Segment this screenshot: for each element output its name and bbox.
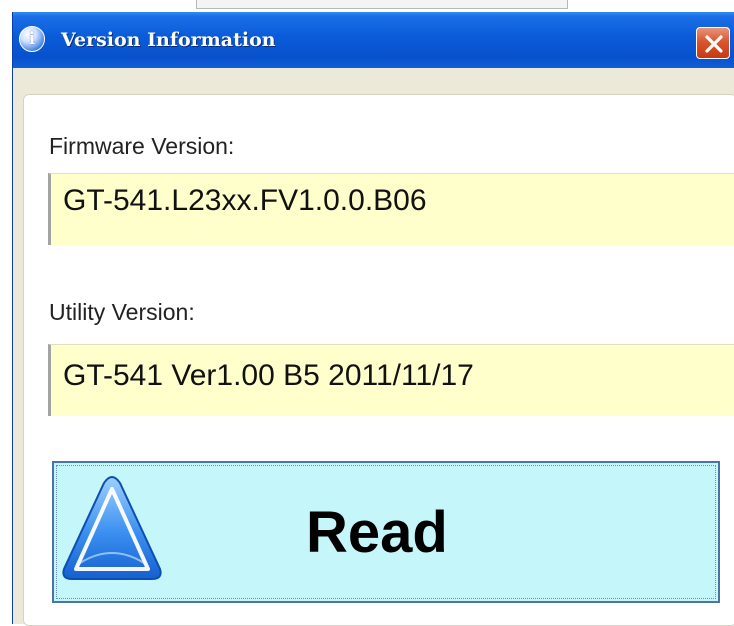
background-window-tab xyxy=(196,0,568,9)
read-button[interactable]: Read xyxy=(52,461,720,603)
utility-version-value: GT-541 Ver1.00 B5 2011/11/17 xyxy=(63,359,474,392)
info-icon: i xyxy=(19,26,45,52)
firmware-version-label: Firmware Version: xyxy=(49,133,235,159)
dialog-content: Firmware Version: GT-541.L23xx.FV1.0.0.B… xyxy=(23,94,734,626)
read-button-label: Read xyxy=(306,500,448,565)
window-title: Version Information xyxy=(61,29,276,51)
firmware-version-field[interactable]: GT-541.L23xx.FV1.0.0.B06 xyxy=(48,173,734,245)
title-bar[interactable]: i Version Information xyxy=(13,12,734,68)
close-button[interactable] xyxy=(696,27,730,59)
triangle-icon xyxy=(62,475,162,580)
close-icon xyxy=(705,35,723,53)
utility-version-field[interactable]: GT-541 Ver1.00 B5 2011/11/17 xyxy=(48,344,734,416)
utility-version-label: Utility Version: xyxy=(49,299,195,325)
firmware-version-value: GT-541.L23xx.FV1.0.0.B06 xyxy=(63,184,427,217)
background-strip xyxy=(0,0,734,12)
version-information-dialog: i Version Information Firmware Version: … xyxy=(12,12,734,626)
